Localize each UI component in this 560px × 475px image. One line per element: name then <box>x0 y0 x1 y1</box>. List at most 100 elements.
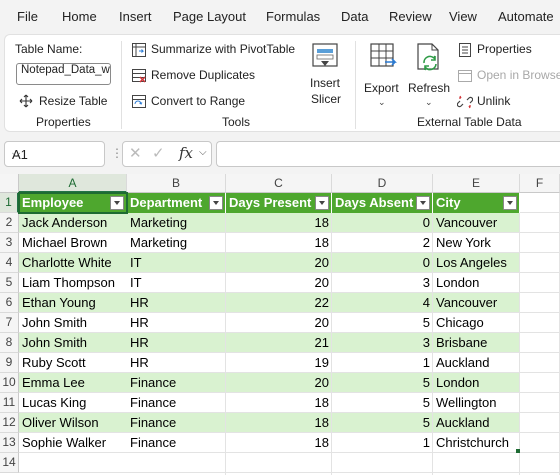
table-cell[interactable]: 19 <box>226 353 332 373</box>
table-cell[interactable]: 18 <box>226 413 332 433</box>
table-cell[interactable]: 18 <box>226 433 332 453</box>
properties-button[interactable]: Properties <box>457 41 557 59</box>
column-header-e[interactable]: E <box>433 174 520 193</box>
row-header-9[interactable]: 9 <box>0 353 19 373</box>
formula-input[interactable] <box>216 141 560 167</box>
row-header-5[interactable]: 5 <box>0 273 19 293</box>
table-cell[interactable]: Marketing <box>127 213 226 233</box>
menu-review[interactable]: Review <box>389 9 432 24</box>
chevron-down-icon[interactable]: ⌵ <box>12 148 98 161</box>
table-cell[interactable]: 5 <box>332 373 433 393</box>
name-box[interactable]: A1 ⌵ <box>4 141 105 167</box>
table-cell[interactable]: London <box>433 273 524 293</box>
menu-view[interactable]: View <box>449 9 477 24</box>
row-header-8[interactable]: 8 <box>0 333 19 353</box>
row-header-7[interactable]: 7 <box>0 313 19 333</box>
table-resize-handle[interactable] <box>516 449 520 453</box>
table-cell[interactable]: John Smith <box>19 313 127 333</box>
table-cell[interactable]: John Smith <box>19 333 127 353</box>
table-cell[interactable]: 20 <box>226 253 332 273</box>
table-cell[interactable]: Ethan Young <box>19 293 127 313</box>
table-cell[interactable]: 4 <box>332 293 433 313</box>
table-cell[interactable]: 1 <box>332 353 433 373</box>
filter-dropdown-icon[interactable] <box>110 196 124 210</box>
select-all-corner[interactable] <box>0 174 19 193</box>
table-cell[interactable]: 18 <box>226 233 332 253</box>
confirm-icon[interactable]: ✓ <box>152 144 165 162</box>
table-cell[interactable]: 20 <box>226 373 332 393</box>
row-header-14[interactable]: 14 <box>0 453 19 473</box>
table-cell[interactable]: Wellington <box>433 393 524 413</box>
insert-function-icon[interactable]: fx <box>179 144 193 162</box>
table-cell[interactable]: Lucas King <box>19 393 127 413</box>
table-cell[interactable]: 5 <box>332 393 433 413</box>
column-header-d[interactable]: D <box>332 174 433 193</box>
row-header-2[interactable]: 2 <box>0 213 19 233</box>
row-header-4[interactable]: 4 <box>0 253 19 273</box>
row-header-6[interactable]: 6 <box>0 293 19 313</box>
convert-to-range-button[interactable]: Convert to Range <box>131 93 281 111</box>
column-header-c[interactable]: C <box>226 174 332 193</box>
table-cell[interactable]: 18 <box>226 213 332 233</box>
unlink-button[interactable]: Unlink <box>457 93 557 111</box>
table-cell[interactable]: Sophie Walker <box>19 433 127 453</box>
table-cell[interactable]: HR <box>127 313 226 333</box>
row-header-3[interactable]: 3 <box>0 233 19 253</box>
remove-duplicates-button[interactable]: Remove Duplicates <box>131 67 281 85</box>
open-in-browser-button[interactable]: Open in Browser <box>457 67 560 85</box>
table-cell[interactable]: Christchurch <box>433 433 524 453</box>
resize-table-button[interactable]: Resize Table <box>19 92 109 110</box>
table-cell[interactable]: Finance <box>127 433 226 453</box>
fx-dropdown-icon[interactable]: ⌵ <box>199 147 207 158</box>
table-cell[interactable]: Jack Anderson <box>19 213 127 233</box>
table-cell[interactable]: 0 <box>332 253 433 273</box>
table-cell[interactable]: 2 <box>332 233 433 253</box>
table-cell[interactable]: HR <box>127 333 226 353</box>
table-cell[interactable]: 20 <box>226 273 332 293</box>
summarize-pivot-button[interactable]: Summarize with PivotTable <box>131 41 301 59</box>
row-header-12[interactable]: 12 <box>0 413 19 433</box>
table-cell[interactable]: 22 <box>226 293 332 313</box>
table-cell[interactable]: Los Angeles <box>433 253 524 273</box>
table-cell[interactable]: Oliver Wilson <box>19 413 127 433</box>
table-cell[interactable]: 3 <box>332 333 433 353</box>
menu-insert[interactable]: Insert <box>119 9 152 24</box>
menu-file[interactable]: File <box>17 9 38 24</box>
table-cell[interactable]: Michael Brown <box>19 233 127 253</box>
table-cell[interactable]: Finance <box>127 373 226 393</box>
table-cell[interactable]: IT <box>127 273 226 293</box>
table-cell[interactable]: IT <box>127 253 226 273</box>
column-header-b[interactable]: B <box>127 174 226 193</box>
filter-dropdown-icon[interactable] <box>503 196 517 210</box>
export-button[interactable]: Export ⌄ <box>362 41 404 107</box>
table-cell[interactable]: London <box>433 373 524 393</box>
table-cell[interactable]: Ruby Scott <box>19 353 127 373</box>
row-header-11[interactable]: 11 <box>0 393 19 413</box>
table-cell[interactable]: Finance <box>127 413 226 433</box>
table-cell[interactable]: Vancouver <box>433 213 524 233</box>
table-cell[interactable]: 20 <box>226 313 332 333</box>
table-cell[interactable]: 3 <box>332 273 433 293</box>
table-cell[interactable]: Brisbane <box>433 333 524 353</box>
row-header-13[interactable]: 13 <box>0 433 19 453</box>
filter-dropdown-icon[interactable] <box>209 196 223 210</box>
table-cell[interactable]: 1 <box>332 433 433 453</box>
table-cell[interactable]: HR <box>127 293 226 313</box>
table-cell[interactable]: Auckland <box>433 353 524 373</box>
table-cell[interactable]: 18 <box>226 393 332 413</box>
menu-automate[interactable]: Automate <box>498 9 554 24</box>
table-cell[interactable]: 21 <box>226 333 332 353</box>
table-cell[interactable]: Emma Lee <box>19 373 127 393</box>
table-cell[interactable]: Vancouver <box>433 293 524 313</box>
cancel-icon[interactable]: ✕ <box>129 144 142 162</box>
table-cell[interactable]: Finance <box>127 393 226 413</box>
table-name-input[interactable]: Notepad_Data_w <box>16 63 111 85</box>
table-cell[interactable]: Auckland <box>433 413 524 433</box>
table-cell[interactable]: Liam Thompson <box>19 273 127 293</box>
table-cell[interactable]: Charlotte White <box>19 253 127 273</box>
table-cell[interactable]: 5 <box>332 313 433 333</box>
filter-dropdown-icon[interactable] <box>416 196 430 210</box>
refresh-button[interactable]: Refresh ⌄ <box>406 41 452 107</box>
table-cell[interactable]: New York <box>433 233 524 253</box>
menu-formulas[interactable]: Formulas <box>266 9 320 24</box>
